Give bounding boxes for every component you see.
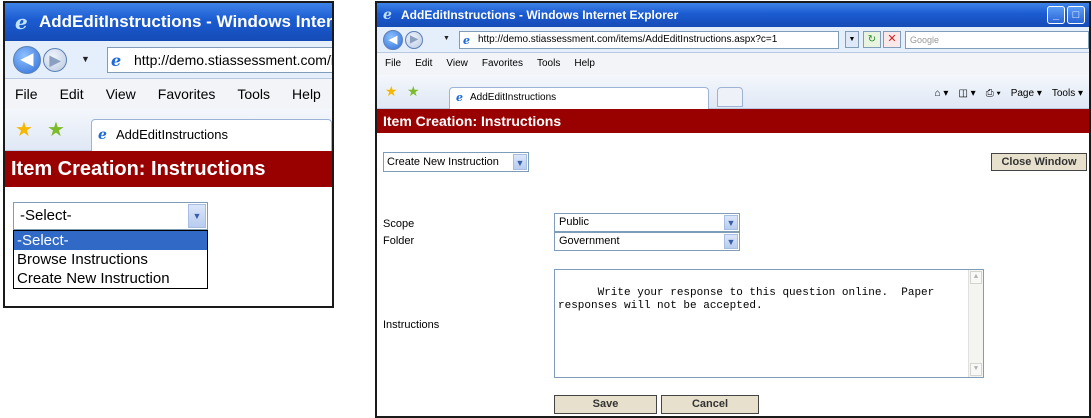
option-create-new-instruction[interactable]: Create New Instruction bbox=[14, 269, 207, 288]
url-dropdown-icon[interactable]: ▼ bbox=[845, 31, 859, 48]
menu-edit[interactable]: Edit bbox=[415, 53, 432, 75]
mode-select[interactable]: -Select- ▼ bbox=[13, 202, 208, 230]
left-browser-window: e AddEditInstructions - Windows Internet… bbox=[3, 1, 334, 308]
page-icon: e bbox=[463, 34, 470, 47]
favorites-star-icon[interactable]: ★ bbox=[385, 83, 398, 100]
menu-help[interactable]: Help bbox=[292, 79, 321, 109]
window-title: AddEditInstructions - Windows Internet E… bbox=[401, 8, 679, 22]
page-header: Item Creation: Instructions bbox=[5, 151, 332, 187]
chevron-down-icon[interactable]: ▼ bbox=[724, 215, 738, 230]
command-bar: ⌂ ▾ ◫ ▾ ⎙ ▾ Page ▾ Tools ▾ bbox=[935, 87, 1083, 101]
window-controls: _ □ bbox=[1047, 6, 1085, 24]
ie-icon: e bbox=[98, 127, 107, 143]
maximize-icon[interactable]: □ bbox=[1067, 6, 1085, 24]
folder-select[interactable]: Government ▼ bbox=[554, 232, 740, 251]
address-bar: ◀ ▶ ▼ e http://demo.stiassessment.com/it… bbox=[377, 27, 1089, 53]
mode-select[interactable]: Create New Instruction ▼ bbox=[383, 152, 529, 172]
menu-edit[interactable]: Edit bbox=[60, 79, 84, 109]
menu-file[interactable]: File bbox=[15, 79, 38, 109]
right-browser-window: e AddEditInstructions - Windows Internet… bbox=[375, 1, 1091, 418]
address-bar: ◀ ▶ ▼ e http://demo.stiassessment.com/it bbox=[5, 41, 332, 79]
menu-tools[interactable]: Tools bbox=[237, 79, 270, 109]
page-content: Item Creation: Instructions -Select- ▼ -… bbox=[5, 151, 332, 306]
menu-help[interactable]: Help bbox=[574, 53, 595, 75]
stop-icon[interactable]: ✕ bbox=[883, 31, 901, 48]
home-icon[interactable]: ⌂ ▾ bbox=[935, 87, 949, 101]
scroll-down-icon[interactable]: ▼ bbox=[970, 363, 982, 376]
option-browse-instructions[interactable]: Browse Instructions bbox=[14, 250, 207, 269]
scope-label: Scope bbox=[383, 218, 415, 230]
chevron-down-icon[interactable]: ▼ bbox=[513, 154, 527, 170]
menu-view[interactable]: View bbox=[446, 53, 468, 75]
ie-icon: e bbox=[383, 7, 392, 23]
menu-view[interactable]: View bbox=[106, 79, 136, 109]
instructions-label: Instructions bbox=[383, 319, 440, 331]
ie-icon: e bbox=[15, 10, 28, 34]
folder-value: Government bbox=[559, 235, 620, 247]
save-button[interactable]: Save bbox=[554, 395, 657, 414]
menu-bar: File Edit View Favorites Tools Help bbox=[5, 79, 332, 109]
new-tab-button[interactable] bbox=[717, 87, 743, 107]
url-field[interactable]: e http://demo.stiassessment.com/items/Ad… bbox=[459, 31, 839, 49]
page-header: Item Creation: Instructions bbox=[377, 109, 1089, 133]
tools-menu[interactable]: Tools ▾ bbox=[1052, 87, 1083, 101]
scope-select[interactable]: Public ▼ bbox=[554, 213, 740, 232]
title-bar: e AddEditInstructions - Windows Internet… bbox=[377, 3, 1089, 27]
print-icon[interactable]: ⎙ ▾ bbox=[986, 87, 1001, 101]
instructions-text: Write your response to this question onl… bbox=[558, 287, 935, 312]
chevron-down-icon[interactable]: ▼ bbox=[188, 204, 206, 228]
forward-icon[interactable]: ▶ bbox=[43, 48, 67, 72]
chevron-down-icon[interactable]: ▼ bbox=[724, 234, 738, 249]
history-dropdown-icon[interactable]: ▼ bbox=[443, 35, 450, 42]
add-favorites-icon[interactable]: ★ bbox=[47, 117, 65, 142]
scroll-up-icon[interactable]: ▲ bbox=[970, 271, 982, 284]
ie-icon: e bbox=[456, 91, 463, 104]
browser-tab[interactable]: e AddEditInstructions bbox=[91, 119, 332, 151]
folder-label: Folder bbox=[383, 235, 415, 247]
close-window-button[interactable]: Close Window bbox=[991, 153, 1087, 171]
select-value: -Select- bbox=[20, 207, 72, 224]
option-select[interactable]: -Select- bbox=[14, 231, 207, 250]
refresh-icon[interactable]: ↻ bbox=[863, 31, 881, 48]
browser-tab[interactable]: e AddEditInstructions bbox=[449, 87, 709, 109]
textarea-scrollbar[interactable]: ▲ ▼ bbox=[968, 270, 983, 377]
select-value: Create New Instruction bbox=[387, 156, 499, 168]
page-content: Item Creation: Instructions Create New I… bbox=[377, 109, 1089, 416]
history-dropdown-icon[interactable]: ▼ bbox=[81, 54, 90, 64]
menu-favorites[interactable]: Favorites bbox=[482, 53, 523, 75]
cancel-button[interactable]: Cancel bbox=[661, 395, 759, 414]
instructions-textarea[interactable]: Write your response to this question onl… bbox=[554, 269, 984, 378]
page-menu[interactable]: Page ▾ bbox=[1011, 87, 1042, 101]
back-icon[interactable]: ◀ bbox=[383, 30, 403, 50]
search-placeholder: Google bbox=[910, 35, 940, 45]
window-title: AddEditInstructions - Windows Internet bbox=[39, 12, 332, 31]
mode-dropdown-list: -Select- Browse Instructions Create New … bbox=[13, 230, 208, 289]
minimize-icon[interactable]: _ bbox=[1047, 6, 1065, 24]
tab-label: AddEditInstructions bbox=[116, 127, 229, 142]
search-field[interactable]: Google bbox=[905, 31, 1089, 49]
url-text: http://demo.stiassessment.com/it bbox=[134, 52, 334, 68]
menu-favorites[interactable]: Favorites bbox=[158, 79, 216, 109]
url-text: http://demo.stiassessment.com/items/AddE… bbox=[478, 34, 778, 45]
feeds-icon[interactable]: ◫ ▾ bbox=[958, 87, 975, 101]
menu-bar: File Edit View Favorites Tools Help bbox=[377, 53, 1089, 75]
forward-icon[interactable]: ▶ bbox=[405, 31, 423, 49]
back-icon[interactable]: ◀ bbox=[13, 46, 41, 74]
menu-file[interactable]: File bbox=[385, 53, 401, 75]
tab-label: AddEditInstructions bbox=[470, 92, 557, 103]
favorites-star-icon[interactable]: ★ bbox=[15, 117, 33, 142]
scope-value: Public bbox=[559, 216, 589, 228]
title-bar: e AddEditInstructions - Windows Internet bbox=[5, 3, 332, 41]
favorites-bar: ★ ★ e AddEditInstructions ⌂ ▾ ◫ ▾ ⎙ ▾ Pa… bbox=[377, 75, 1089, 109]
menu-tools[interactable]: Tools bbox=[537, 53, 560, 75]
favorites-bar: ★ ★ e AddEditInstructions bbox=[5, 109, 332, 151]
url-field[interactable]: e http://demo.stiassessment.com/it bbox=[107, 47, 334, 73]
page-icon: e bbox=[111, 51, 122, 70]
add-favorites-icon[interactable]: ★ bbox=[407, 83, 420, 100]
